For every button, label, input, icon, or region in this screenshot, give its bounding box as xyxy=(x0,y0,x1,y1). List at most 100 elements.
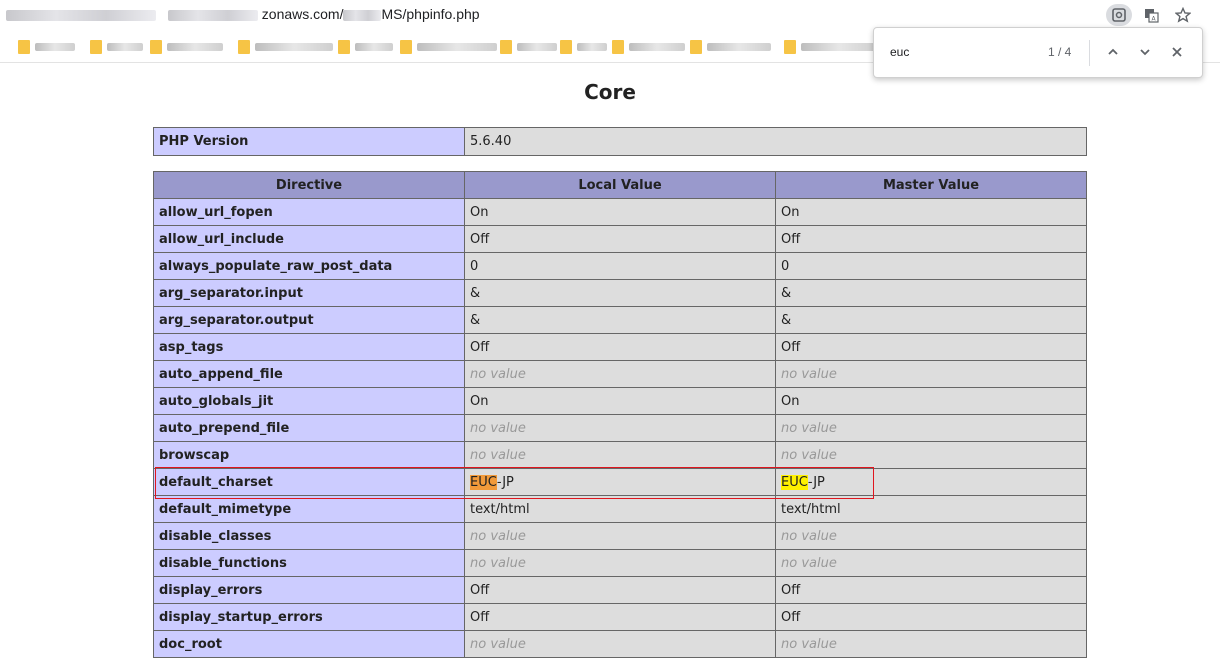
directive-name: allow_url_fopen xyxy=(153,198,465,226)
master-value: no value xyxy=(775,441,1087,469)
directive-name: default_mimetype xyxy=(153,495,465,523)
table-row: disable_classes no value no value xyxy=(153,522,1087,550)
translate-icon[interactable]: A xyxy=(1138,4,1164,26)
find-match-count: 1 / 4 xyxy=(1048,45,1072,59)
find-divider xyxy=(1089,40,1090,66)
master-value: Off xyxy=(775,225,1087,253)
url-text[interactable]: zonaws.com/MS/phpinfo.php xyxy=(6,6,480,22)
master-value: EUC-JP xyxy=(775,468,1087,496)
bookmark-item[interactable] xyxy=(784,39,877,55)
local-value: On xyxy=(464,387,776,415)
master-value: 0 xyxy=(775,252,1087,280)
local-value: no value xyxy=(464,630,776,658)
value-text: On xyxy=(781,393,800,409)
local-value: EUC-JP xyxy=(464,468,776,496)
table-row: arg_separator.output & & xyxy=(153,306,1087,334)
star-icon[interactable] xyxy=(1170,4,1196,26)
local-value: 0 xyxy=(464,252,776,280)
table-row: browscap no value no value xyxy=(153,441,1087,469)
master-value: Off xyxy=(775,333,1087,361)
value-text: Off xyxy=(781,582,801,598)
section-title: Core xyxy=(584,80,636,104)
master-value: & xyxy=(775,306,1087,334)
value-text: no value xyxy=(470,636,526,652)
column-header-master-value: Master Value xyxy=(775,171,1087,199)
master-value: & xyxy=(775,279,1087,307)
table-row: auto_append_file no value no value xyxy=(153,360,1087,388)
value-text: & xyxy=(470,312,481,328)
value-text: no value xyxy=(781,555,837,571)
bookmark-item[interactable] xyxy=(400,39,497,55)
table-row: arg_separator.input & & xyxy=(153,279,1087,307)
folder-icon xyxy=(500,40,512,54)
directive-name: browscap xyxy=(153,441,465,469)
redacted-url-part xyxy=(6,9,156,21)
folder-icon xyxy=(150,40,162,54)
directive-name: arg_separator.input xyxy=(153,279,465,307)
value-text: no value xyxy=(781,636,837,652)
bookmark-item[interactable] xyxy=(90,39,143,55)
value-text: & xyxy=(470,285,481,301)
table-row: doc_root no value no value xyxy=(153,630,1087,658)
find-current-match: EUC xyxy=(470,474,497,490)
bookmark-item[interactable] xyxy=(338,39,393,55)
find-match: EUC xyxy=(781,474,808,490)
local-value: On xyxy=(464,198,776,226)
value-text: Off xyxy=(470,609,490,625)
value-text: On xyxy=(470,204,489,220)
column-header-directive: Directive xyxy=(153,171,465,199)
folder-icon xyxy=(400,40,412,54)
php-version-label: PHP Version xyxy=(153,127,465,156)
close-icon[interactable] xyxy=(1166,41,1188,63)
find-input[interactable]: euc xyxy=(890,45,909,59)
bookmark-item[interactable] xyxy=(612,39,685,55)
directive-name: display_startup_errors xyxy=(153,603,465,631)
bookmark-item[interactable] xyxy=(18,39,75,55)
local-value: text/html xyxy=(464,495,776,523)
folder-icon xyxy=(18,40,30,54)
bookmark-item[interactable] xyxy=(238,39,333,55)
redacted-url-part xyxy=(343,9,382,21)
directive-name: auto_append_file xyxy=(153,360,465,388)
value-text: -JP xyxy=(496,474,514,490)
bookmark-item[interactable] xyxy=(150,39,223,55)
value-text: no value xyxy=(470,528,526,544)
url-path: MS/phpinfo.php xyxy=(381,6,480,22)
directive-name: disable_functions xyxy=(153,549,465,577)
master-value: no value xyxy=(775,522,1087,550)
folder-icon xyxy=(338,40,350,54)
master-value: text/html xyxy=(775,495,1087,523)
chevron-down-icon[interactable] xyxy=(1134,41,1156,63)
value-text: & xyxy=(781,285,792,301)
local-value: Off xyxy=(464,576,776,604)
folder-icon xyxy=(238,40,250,54)
php-version-value: 5.6.40 xyxy=(464,127,1087,156)
find-bar: euc 1 / 4 xyxy=(873,27,1203,78)
bookmark-item[interactable] xyxy=(690,39,771,55)
bookmark-item[interactable] xyxy=(560,39,607,55)
directive-name: default_charset xyxy=(153,468,465,496)
directive-name: auto_prepend_file xyxy=(153,414,465,442)
address-bar[interactable]: zonaws.com/MS/phpinfo.php A xyxy=(0,0,1220,30)
local-value: no value xyxy=(464,522,776,550)
bookmark-item[interactable] xyxy=(500,39,557,55)
value-text: On xyxy=(470,393,489,409)
value-text: Off xyxy=(470,339,490,355)
folder-icon xyxy=(784,40,796,54)
local-value: no value xyxy=(464,414,776,442)
local-value: Off xyxy=(464,603,776,631)
value-text: Off xyxy=(470,231,490,247)
value-text: 0 xyxy=(470,258,479,274)
table-row: auto_prepend_file no value no value xyxy=(153,414,1087,442)
chevron-up-icon[interactable] xyxy=(1102,41,1124,63)
value-text: Off xyxy=(781,609,801,625)
folder-icon xyxy=(560,40,572,54)
local-value: & xyxy=(464,279,776,307)
master-value: Off xyxy=(775,603,1087,631)
master-value: Off xyxy=(775,576,1087,604)
lens-icon[interactable] xyxy=(1106,4,1132,26)
table-row: disable_functions no value no value xyxy=(153,549,1087,577)
table-row: always_populate_raw_post_data 0 0 xyxy=(153,252,1087,280)
table-row: default_mimetype text/html text/html xyxy=(153,495,1087,523)
core-directives-table: Directive Local Value Master Value allow… xyxy=(153,171,1087,658)
